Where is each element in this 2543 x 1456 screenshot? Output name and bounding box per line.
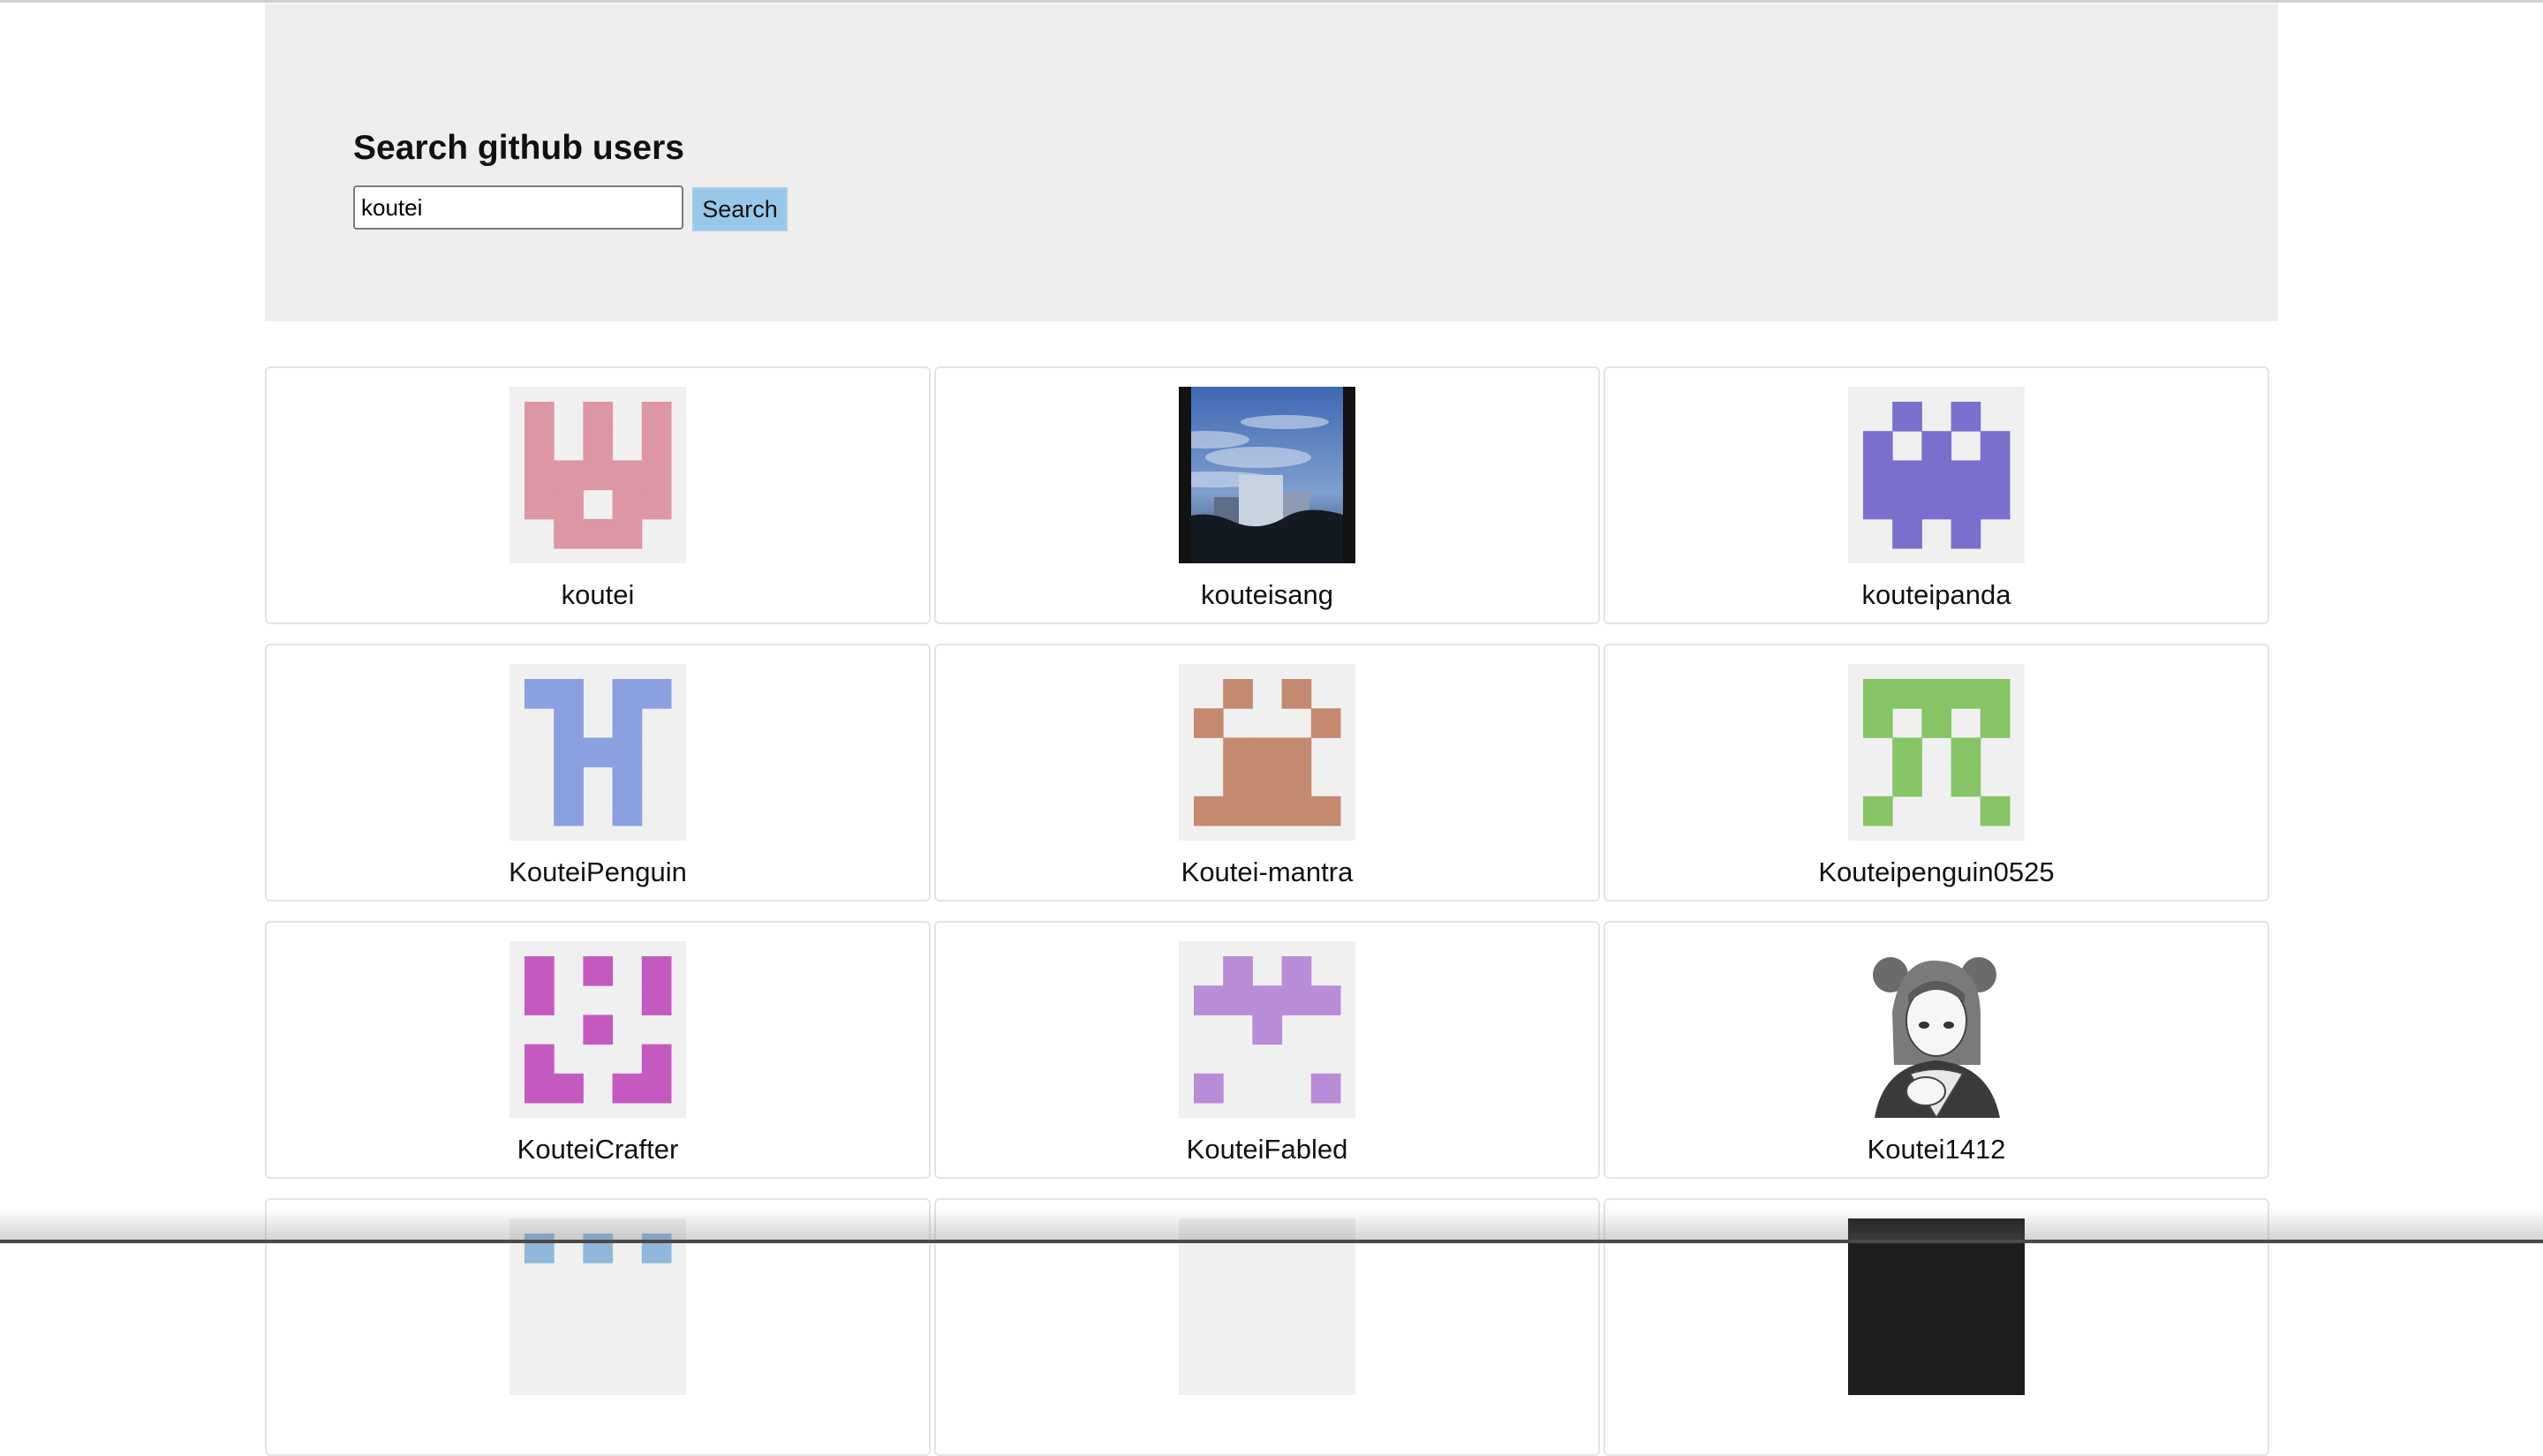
page: Search github users Search koutei kouteis… (265, 4, 2278, 1456)
user-login[interactable]: kouteipanda (1862, 579, 2011, 611)
user-login[interactable]: Koutei1412 (1868, 1134, 2006, 1166)
user-card[interactable]: kouteisang (934, 366, 1600, 624)
user-avatar[interactable] (1848, 1218, 2025, 1395)
user-card[interactable]: KouteiFabled (934, 921, 1600, 1179)
user-avatar[interactable] (509, 664, 686, 841)
page-title: Search github users (353, 129, 684, 167)
user-grid: koutei kouteisang kouteipanda KouteiPenguin… (265, 366, 2278, 1456)
user-avatar[interactable] (1179, 941, 1355, 1118)
user-avatar[interactable] (1848, 387, 2025, 563)
user-login[interactable]: koutei (562, 579, 635, 611)
user-avatar[interactable] (1848, 664, 2025, 841)
search-input[interactable] (353, 185, 683, 230)
user-login[interactable]: kouteisang (1201, 579, 1333, 611)
window-bottom-edge (0, 1240, 2543, 1243)
user-card[interactable]: koutei (265, 366, 931, 624)
user-login[interactable]: KouteiPenguin (509, 856, 687, 888)
window-top-edge (0, 0, 2543, 3)
user-login[interactable]: Koutei-mantra (1181, 856, 1354, 888)
user-avatar[interactable] (509, 387, 686, 563)
user-avatar[interactable] (509, 941, 686, 1118)
user-login[interactable]: KouteiCrafter (517, 1134, 679, 1166)
user-login[interactable]: Kouteipenguin0525 (1818, 856, 2054, 888)
user-avatar[interactable] (1848, 941, 2025, 1118)
search-button[interactable]: Search (692, 187, 788, 231)
user-avatar[interactable] (509, 1218, 686, 1395)
window-bottom-shadow (0, 1208, 2543, 1243)
user-avatar[interactable] (1179, 664, 1355, 841)
user-card[interactable]: Kouteipenguin0525 (1604, 644, 2269, 902)
user-card[interactable]: KouteiPenguin (265, 644, 931, 902)
user-avatar[interactable] (1179, 1218, 1355, 1395)
user-card[interactable]: kouteipanda (1604, 366, 2269, 624)
user-card[interactable]: KouteiCrafter (265, 921, 931, 1179)
search-header: Search github users Search (265, 4, 2278, 321)
user-card[interactable]: Koutei1412 (1604, 921, 2269, 1179)
user-avatar[interactable] (1179, 387, 1355, 563)
user-card[interactable]: Koutei-mantra (934, 644, 1600, 902)
user-login[interactable]: KouteiFabled (1187, 1134, 1348, 1166)
